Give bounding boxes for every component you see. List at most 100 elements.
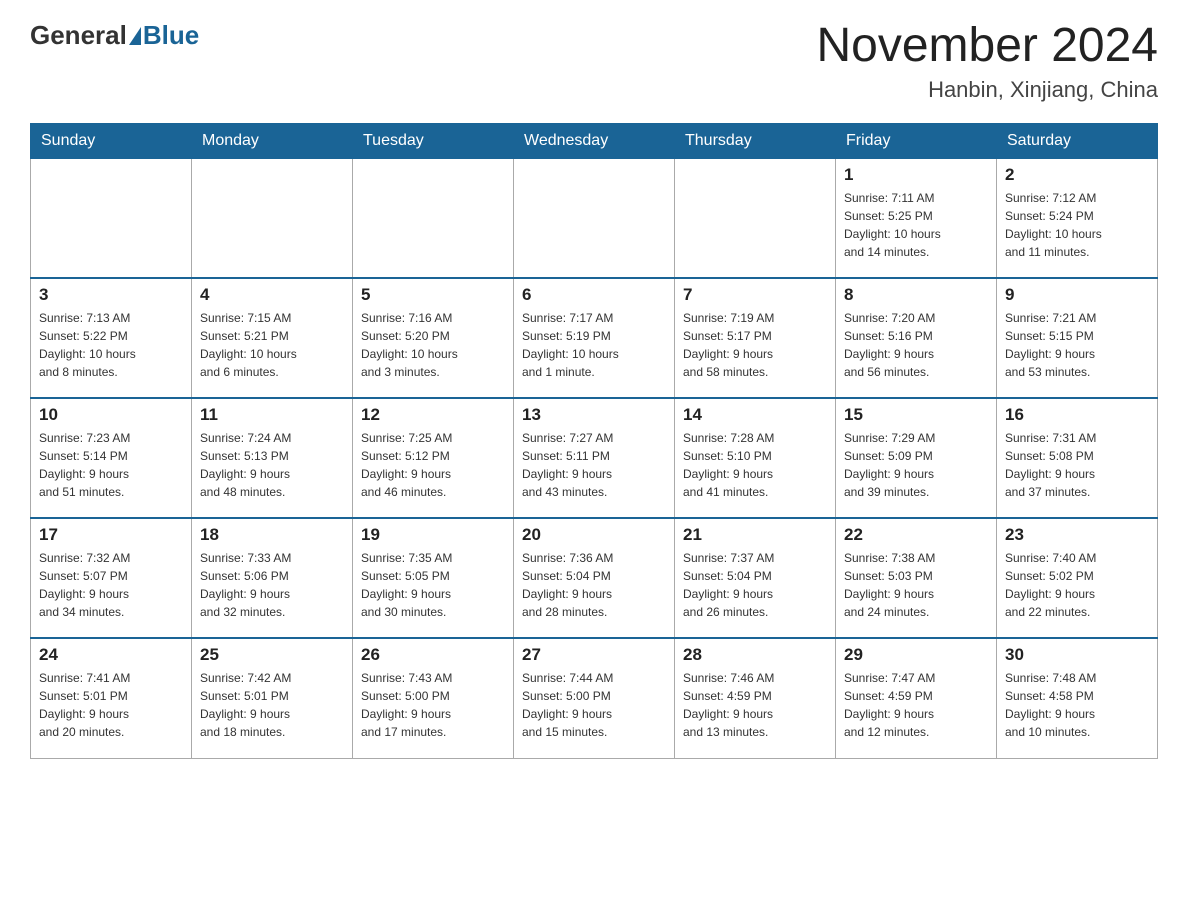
calendar-cell: 21 Sunrise: 7:37 AM Sunset: 5:04 PM Dayli… bbox=[675, 518, 836, 638]
day-number: 12 bbox=[361, 405, 505, 425]
day-info: Sunrise: 7:40 AM Sunset: 5:02 PM Dayligh… bbox=[1005, 549, 1149, 621]
calendar-cell: 27 Sunrise: 7:44 AM Sunset: 5:00 PM Dayli… bbox=[514, 638, 675, 758]
day-number: 20 bbox=[522, 525, 666, 545]
day-number: 23 bbox=[1005, 525, 1149, 545]
day-info: Sunrise: 7:36 AM Sunset: 5:04 PM Dayligh… bbox=[522, 549, 666, 621]
day-number: 7 bbox=[683, 285, 827, 305]
day-info: Sunrise: 7:17 AM Sunset: 5:19 PM Dayligh… bbox=[522, 309, 666, 381]
day-number: 8 bbox=[844, 285, 988, 305]
title-area: November 2024 Hanbin, Xinjiang, China bbox=[816, 20, 1158, 103]
calendar-week-row: 3Sunrise: 7:13 AM Sunset: 5:22 PM Daylig… bbox=[31, 278, 1158, 398]
weekday-header-monday: Monday bbox=[192, 123, 353, 158]
day-number: 14 bbox=[683, 405, 827, 425]
day-info: Sunrise: 7:44 AM Sunset: 5:00 PM Dayligh… bbox=[522, 669, 666, 741]
calendar-cell: 12 Sunrise: 7:25 AM Sunset: 5:12 PM Dayli… bbox=[353, 398, 514, 518]
day-number: 29 bbox=[844, 645, 988, 665]
calendar-cell: 13 Sunrise: 7:27 AM Sunset: 5:11 PM Dayli… bbox=[514, 398, 675, 518]
day-number: 27 bbox=[522, 645, 666, 665]
calendar-cell: 23 Sunrise: 7:40 AM Sunset: 5:02 PM Dayli… bbox=[997, 518, 1158, 638]
calendar-cell: 19 Sunrise: 7:35 AM Sunset: 5:05 PM Dayli… bbox=[353, 518, 514, 638]
day-number: 30 bbox=[1005, 645, 1149, 665]
calendar-cell: 7 Sunrise: 7:19 AM Sunset: 5:17 PM Daylig… bbox=[675, 278, 836, 398]
weekday-header-friday: Friday bbox=[836, 123, 997, 158]
logo-triangle-icon bbox=[129, 27, 141, 45]
day-number: 11 bbox=[200, 405, 344, 425]
day-info: Sunrise: 7:35 AM Sunset: 5:05 PM Dayligh… bbox=[361, 549, 505, 621]
day-info: Sunrise: 7:33 AM Sunset: 5:06 PM Dayligh… bbox=[200, 549, 344, 621]
calendar-cell bbox=[31, 158, 192, 278]
day-number: 6 bbox=[522, 285, 666, 305]
weekday-header-wednesday: Wednesday bbox=[514, 123, 675, 158]
day-info: Sunrise: 7:27 AM Sunset: 5:11 PM Dayligh… bbox=[522, 429, 666, 501]
calendar-cell bbox=[192, 158, 353, 278]
calendar-cell bbox=[675, 158, 836, 278]
day-info: Sunrise: 7:12 AM Sunset: 5:24 PM Dayligh… bbox=[1005, 189, 1149, 261]
calendar-cell: 15Sunrise: 7:29 AM Sunset: 5:09 PM Dayli… bbox=[836, 398, 997, 518]
calendar-week-row: 24 Sunrise: 7:41 AM Sunset: 5:01 PM Dayli… bbox=[31, 638, 1158, 758]
calendar-cell: 28 Sunrise: 7:46 AM Sunset: 4:59 PM Dayli… bbox=[675, 638, 836, 758]
day-number: 3 bbox=[39, 285, 183, 305]
day-info: Sunrise: 7:16 AM Sunset: 5:20 PM Dayligh… bbox=[361, 309, 505, 381]
day-info: Sunrise: 7:38 AM Sunset: 5:03 PM Dayligh… bbox=[844, 549, 988, 621]
day-info: Sunrise: 7:32 AM Sunset: 5:07 PM Dayligh… bbox=[39, 549, 183, 621]
day-info: Sunrise: 7:11 AM Sunset: 5:25 PM Dayligh… bbox=[844, 189, 988, 261]
day-number: 17 bbox=[39, 525, 183, 545]
day-info: Sunrise: 7:46 AM Sunset: 4:59 PM Dayligh… bbox=[683, 669, 827, 741]
calendar-cell bbox=[353, 158, 514, 278]
day-number: 13 bbox=[522, 405, 666, 425]
calendar-week-row: 1Sunrise: 7:11 AM Sunset: 5:25 PM Daylig… bbox=[31, 158, 1158, 278]
calendar-cell bbox=[514, 158, 675, 278]
calendar-cell: 26Sunrise: 7:43 AM Sunset: 5:00 PM Dayli… bbox=[353, 638, 514, 758]
weekday-header-thursday: Thursday bbox=[675, 123, 836, 158]
weekday-header-sunday: Sunday bbox=[31, 123, 192, 158]
calendar-cell: 14 Sunrise: 7:28 AM Sunset: 5:10 PM Dayli… bbox=[675, 398, 836, 518]
day-info: Sunrise: 7:20 AM Sunset: 5:16 PM Dayligh… bbox=[844, 309, 988, 381]
calendar-cell: 24 Sunrise: 7:41 AM Sunset: 5:01 PM Dayli… bbox=[31, 638, 192, 758]
day-info: Sunrise: 7:19 AM Sunset: 5:17 PM Dayligh… bbox=[683, 309, 827, 381]
day-number: 16 bbox=[1005, 405, 1149, 425]
day-number: 28 bbox=[683, 645, 827, 665]
calendar-cell: 10 Sunrise: 7:23 AM Sunset: 5:14 PM Dayli… bbox=[31, 398, 192, 518]
day-info: Sunrise: 7:28 AM Sunset: 5:10 PM Dayligh… bbox=[683, 429, 827, 501]
day-number: 19 bbox=[361, 525, 505, 545]
day-info: Sunrise: 7:47 AM Sunset: 4:59 PM Dayligh… bbox=[844, 669, 988, 741]
day-number: 21 bbox=[683, 525, 827, 545]
logo-blue: Blue bbox=[143, 20, 199, 51]
calendar-cell: 20 Sunrise: 7:36 AM Sunset: 5:04 PM Dayli… bbox=[514, 518, 675, 638]
calendar-cell: 9 Sunrise: 7:21 AM Sunset: 5:15 PM Daylig… bbox=[997, 278, 1158, 398]
calendar-cell: 22Sunrise: 7:38 AM Sunset: 5:03 PM Dayli… bbox=[836, 518, 997, 638]
calendar-cell: 5 Sunrise: 7:16 AM Sunset: 5:20 PM Daylig… bbox=[353, 278, 514, 398]
day-number: 9 bbox=[1005, 285, 1149, 305]
day-info: Sunrise: 7:42 AM Sunset: 5:01 PM Dayligh… bbox=[200, 669, 344, 741]
day-info: Sunrise: 7:21 AM Sunset: 5:15 PM Dayligh… bbox=[1005, 309, 1149, 381]
day-info: Sunrise: 7:31 AM Sunset: 5:08 PM Dayligh… bbox=[1005, 429, 1149, 501]
logo-text: General Blue bbox=[30, 20, 199, 51]
day-number: 10 bbox=[39, 405, 183, 425]
calendar-cell: 18Sunrise: 7:33 AM Sunset: 5:06 PM Dayli… bbox=[192, 518, 353, 638]
day-number: 5 bbox=[361, 285, 505, 305]
calendar-cell: 1Sunrise: 7:11 AM Sunset: 5:25 PM Daylig… bbox=[836, 158, 997, 278]
calendar-cell: 25 Sunrise: 7:42 AM Sunset: 5:01 PM Dayli… bbox=[192, 638, 353, 758]
month-title: November 2024 bbox=[816, 20, 1158, 73]
day-info: Sunrise: 7:25 AM Sunset: 5:12 PM Dayligh… bbox=[361, 429, 505, 501]
weekday-header-tuesday: Tuesday bbox=[353, 123, 514, 158]
calendar-cell: 29 Sunrise: 7:47 AM Sunset: 4:59 PM Dayli… bbox=[836, 638, 997, 758]
day-number: 15 bbox=[844, 405, 988, 425]
page-header: General Blue November 2024 Hanbin, Xinji… bbox=[30, 20, 1158, 103]
calendar-cell: 17 Sunrise: 7:32 AM Sunset: 5:07 PM Dayli… bbox=[31, 518, 192, 638]
calendar-week-row: 10 Sunrise: 7:23 AM Sunset: 5:14 PM Dayli… bbox=[31, 398, 1158, 518]
calendar-cell: 8 Sunrise: 7:20 AM Sunset: 5:16 PM Daylig… bbox=[836, 278, 997, 398]
day-number: 25 bbox=[200, 645, 344, 665]
calendar-table: SundayMondayTuesdayWednesdayThursdayFrid… bbox=[30, 123, 1158, 759]
calendar-cell: 11 Sunrise: 7:24 AM Sunset: 5:13 PM Dayli… bbox=[192, 398, 353, 518]
day-info: Sunrise: 7:15 AM Sunset: 5:21 PM Dayligh… bbox=[200, 309, 344, 381]
calendar-cell: 4Sunrise: 7:15 AM Sunset: 5:21 PM Daylig… bbox=[192, 278, 353, 398]
day-number: 24 bbox=[39, 645, 183, 665]
calendar-cell: 6 Sunrise: 7:17 AM Sunset: 5:19 PM Daylig… bbox=[514, 278, 675, 398]
day-info: Sunrise: 7:37 AM Sunset: 5:04 PM Dayligh… bbox=[683, 549, 827, 621]
calendar-week-row: 17 Sunrise: 7:32 AM Sunset: 5:07 PM Dayli… bbox=[31, 518, 1158, 638]
day-info: Sunrise: 7:23 AM Sunset: 5:14 PM Dayligh… bbox=[39, 429, 183, 501]
day-info: Sunrise: 7:41 AM Sunset: 5:01 PM Dayligh… bbox=[39, 669, 183, 741]
weekday-header-row: SundayMondayTuesdayWednesdayThursdayFrid… bbox=[31, 123, 1158, 158]
day-info: Sunrise: 7:24 AM Sunset: 5:13 PM Dayligh… bbox=[200, 429, 344, 501]
